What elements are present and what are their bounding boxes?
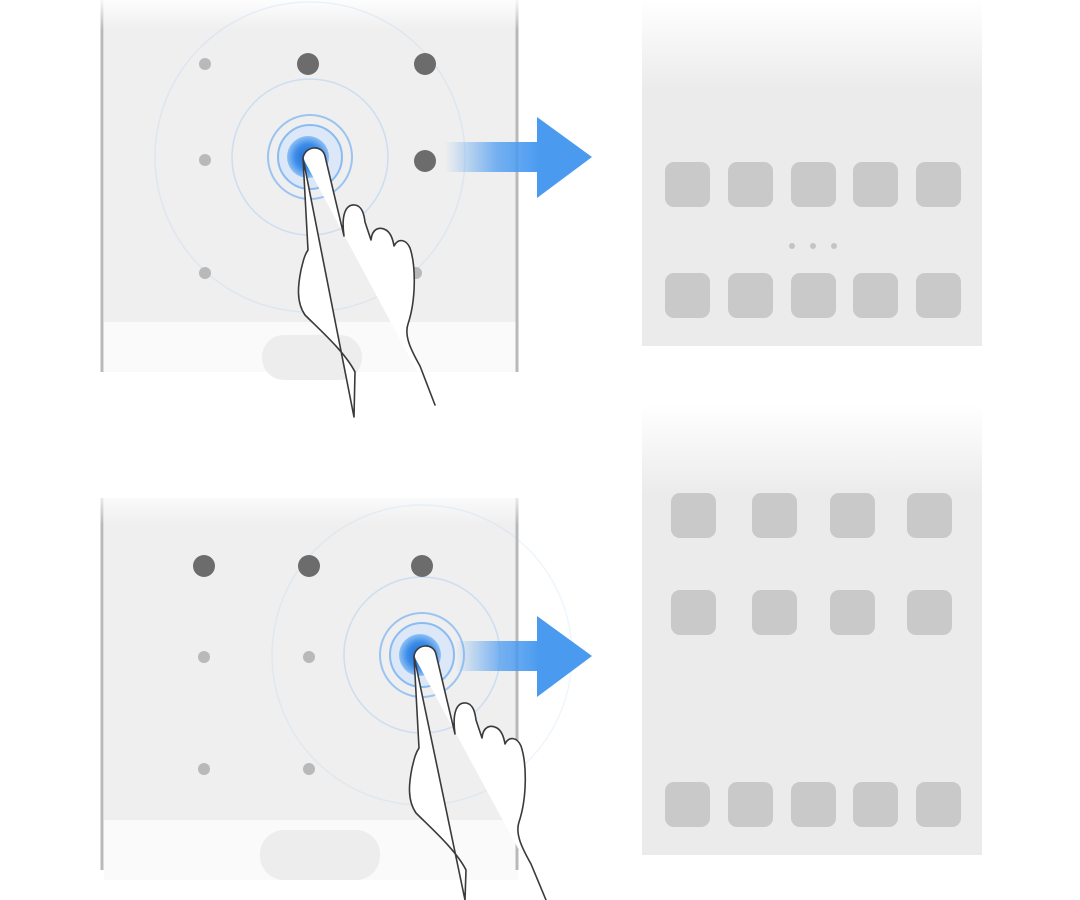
arrow-head-icon: [537, 616, 592, 697]
pattern-dot: [198, 763, 210, 775]
app-icon: [665, 782, 710, 827]
home-button: [260, 830, 380, 880]
pattern-dot: [199, 154, 211, 166]
app-icon: [853, 782, 898, 827]
arrow-head-icon: [537, 117, 592, 198]
app-icon: [907, 590, 952, 635]
app-icon: [791, 782, 836, 827]
home-screen-top: [642, 0, 982, 346]
page-indicator-dot: [789, 243, 795, 249]
pattern-dot-active: [297, 53, 319, 75]
pattern-dot: [198, 651, 210, 663]
pattern-dot-active: [411, 555, 433, 577]
app-icon: [791, 162, 836, 207]
app-icon: [830, 493, 875, 538]
phone-lock-screen-bottom: [100, 490, 522, 880]
app-icon: [916, 273, 961, 318]
app-icon: [907, 493, 952, 538]
app-icon: [728, 782, 773, 827]
app-icon: [728, 273, 773, 318]
app-icon: [791, 273, 836, 318]
pattern-dot: [199, 267, 211, 279]
app-icon: [916, 162, 961, 207]
home-screen-bottom: [642, 405, 982, 855]
unlock-gesture-illustration: [100, 0, 982, 900]
app-icon: [853, 162, 898, 207]
app-icon: [665, 273, 710, 318]
panel-top: [100, 0, 982, 418]
app-icon: [752, 590, 797, 635]
pattern-dot: [303, 763, 315, 775]
pattern-dot: [303, 651, 315, 663]
pattern-dot-active: [298, 555, 320, 577]
app-icon: [665, 162, 710, 207]
app-icon: [830, 590, 875, 635]
app-icon: [671, 590, 716, 635]
pattern-dot-active: [414, 53, 436, 75]
page-indicator-dot: [810, 243, 816, 249]
app-icon: [752, 493, 797, 538]
app-icon: [853, 273, 898, 318]
pattern-dot-active: [414, 150, 436, 172]
app-icon: [916, 782, 961, 827]
app-icon: [671, 493, 716, 538]
pattern-dot-active: [193, 555, 215, 577]
panel-bottom: [100, 405, 982, 900]
page-indicator-dot: [831, 243, 837, 249]
app-icon: [728, 162, 773, 207]
pattern-dot: [199, 58, 211, 70]
